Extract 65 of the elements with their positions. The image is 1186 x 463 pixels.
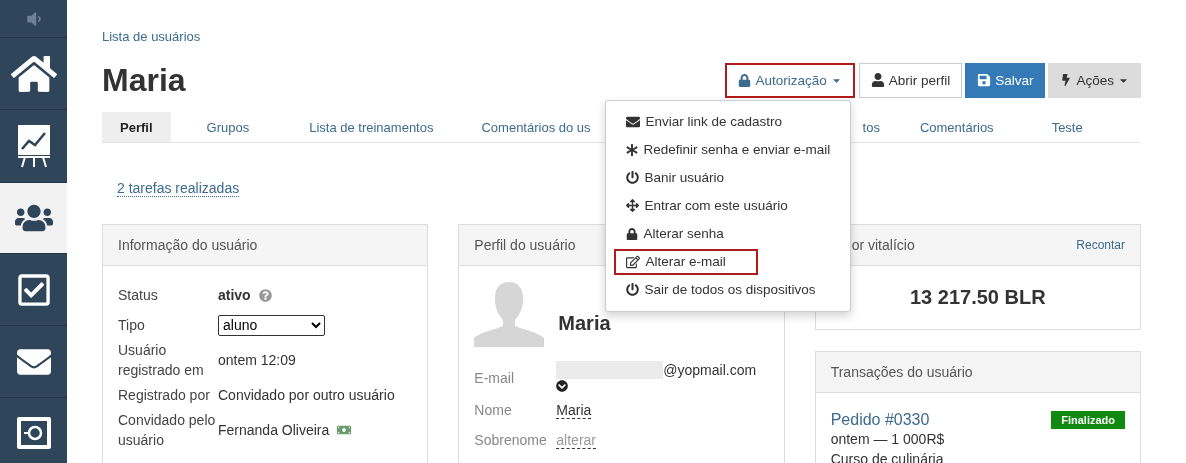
editable-value[interactable]: Maria <box>556 401 592 419</box>
type-select[interactable]: aluno <box>218 314 325 336</box>
menu-item[interactable]: Alterar e-mail <box>614 248 759 275</box>
move-icon <box>626 199 640 212</box>
field-label: Status <box>118 286 159 305</box>
lifetime-value: 13 217.50 BLR <box>909 285 1047 310</box>
edit-icon <box>626 254 641 269</box>
recount-link[interactable]: Recontar <box>1076 238 1125 252</box>
page-title: Maria <box>102 61 186 99</box>
menu-item[interactable]: Sair de todos os dispositivos <box>614 276 851 303</box>
menu-item[interactable]: Alterar senha <box>614 220 851 247</box>
field-value: ontem 12:09 <box>218 352 297 368</box>
menu-item[interactable]: Redefinir senha e enviar e-mail <box>614 136 851 163</box>
panel-title: or vitalício <box>851 237 915 253</box>
safe-icon <box>15 415 52 452</box>
save-button[interactable]: Salvar <box>965 62 1046 98</box>
asterisk-icon <box>626 143 639 156</box>
field-label: Usuário registrado em <box>118 341 205 380</box>
avatar-silhouette <box>474 280 545 347</box>
lock-icon <box>738 73 752 87</box>
chevron-icon[interactable] <box>556 380 569 392</box>
lock-icon <box>626 227 639 240</box>
sidebar-item[interactable] <box>0 183 67 254</box>
field-label: Nome <box>474 402 513 418</box>
field-label: Tipo <box>118 316 146 335</box>
help-icon[interactable] <box>258 288 272 302</box>
profile-name: Maria <box>558 312 611 335</box>
user-icon <box>870 73 885 87</box>
tab[interactable]: Comentários <box>879 112 994 142</box>
breadcrumb-link[interactable]: Lista de usuários <box>102 29 201 44</box>
bolt-icon <box>1060 74 1073 86</box>
tasks-link[interactable]: 2 tarefas realizadas <box>117 180 240 197</box>
speaker-icon <box>24 9 43 28</box>
checkbox-icon <box>15 271 52 308</box>
envelope-icon <box>626 114 641 129</box>
power-icon <box>626 283 640 296</box>
order-detail: ontem — 1 000R$ <box>830 430 946 449</box>
toolbar-button[interactable]: Abrir perfil <box>858 62 963 98</box>
tab[interactable]: Comentários do us <box>457 112 591 142</box>
menu-item[interactable]: Entrar com este usuário <box>614 192 851 219</box>
tab[interactable]: Perfil <box>102 112 171 142</box>
menu-item[interactable]: Enviar link de cadastro <box>614 108 851 135</box>
email-value: @yopmail.com <box>663 362 757 378</box>
panel-title: Perfil do usuário <box>474 237 576 253</box>
field-value: Fernanda Oliveira <box>218 422 330 438</box>
power-icon <box>626 171 640 184</box>
order-link[interactable]: Pedido #0330 <box>830 411 930 429</box>
field-label: Sobrenome <box>474 432 548 448</box>
panel-title: Informação do usuário <box>118 237 258 253</box>
save-icon <box>977 73 992 87</box>
tab[interactable]: Teste <box>993 112 1083 142</box>
tab[interactable]: Lista de treinamentos <box>285 112 458 142</box>
menu-item[interactable]: Banir usuário <box>614 164 851 191</box>
field-value: Convidado por outro usuário <box>218 387 396 403</box>
field-label: Convidado pelo usuário <box>118 411 217 450</box>
status-badge: Finalizado <box>1051 411 1125 429</box>
presentation-chart-icon <box>15 123 52 169</box>
dropdown-button[interactable]: Ações <box>1048 62 1141 98</box>
field-label: E-mail <box>474 370 515 386</box>
field-label: Registrado por <box>118 386 211 405</box>
status-value: ativo <box>218 287 251 303</box>
money-icon <box>337 423 352 437</box>
dropdown-button[interactable]: Autorização <box>725 62 855 98</box>
panel-title: Transações do usuário <box>830 364 973 380</box>
tab[interactable]: Grupos <box>170 112 286 142</box>
